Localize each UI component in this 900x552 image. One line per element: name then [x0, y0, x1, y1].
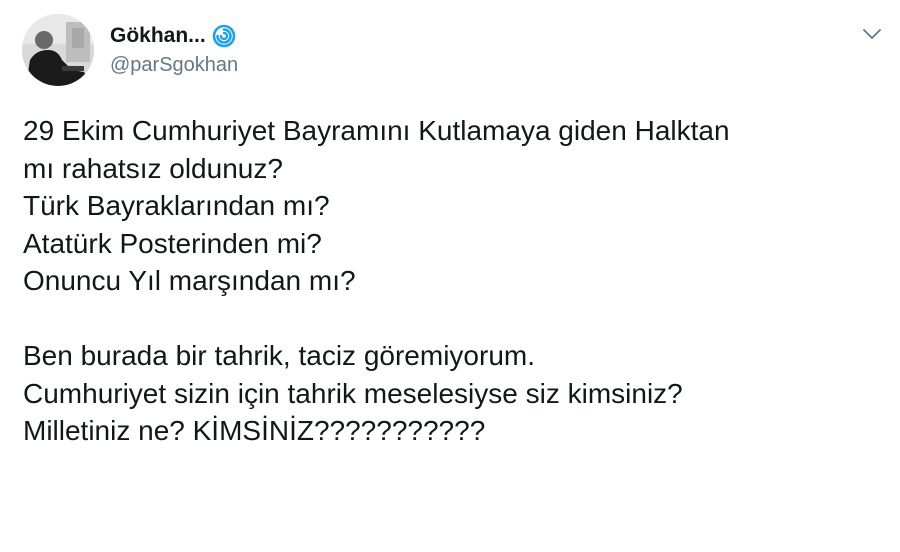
tweet-line: Atatürk Posterinden mi?	[23, 227, 322, 259]
chevron-down-icon[interactable]	[860, 22, 884, 46]
author-handle[interactable]: @parSgokhan	[110, 54, 238, 77]
tweet-line: Ben burada bir tahrik, taciz göremiyorum…	[23, 340, 535, 371]
author-display-name[interactable]: Gökhan...	[110, 24, 206, 48]
author-avatar[interactable]	[22, 14, 94, 86]
tweet-card: Gökhan... @parSgokhan 29 Ekim Cumhuriyet…	[0, 0, 900, 552]
name-row: Gökhan...	[110, 22, 238, 50]
tweet-header: Gökhan... @parSgokhan	[110, 22, 238, 82]
tweet-text: 29 Ekim Cumhuriyet Bayramını Kutlamaya g…	[23, 112, 883, 450]
tweet-line: Onuncu Yıl marşından mı?	[23, 265, 356, 296]
tweet-line: mı rahatsız oldunuz?	[23, 152, 283, 184]
tweet-line: Milletiniz ne? KİMSİNİZ???????????	[23, 415, 486, 446]
verified-badge-icon	[212, 24, 235, 48]
tweet-line: Cumhuriyet sizin için tahrik meselesiyse…	[23, 377, 683, 409]
tweet-line: 29 Ekim Cumhuriyet Bayramını Kutlamaya g…	[23, 115, 730, 146]
tweet-line: Türk Bayraklarından mı?	[23, 190, 330, 221]
avatar-image	[22, 14, 94, 86]
